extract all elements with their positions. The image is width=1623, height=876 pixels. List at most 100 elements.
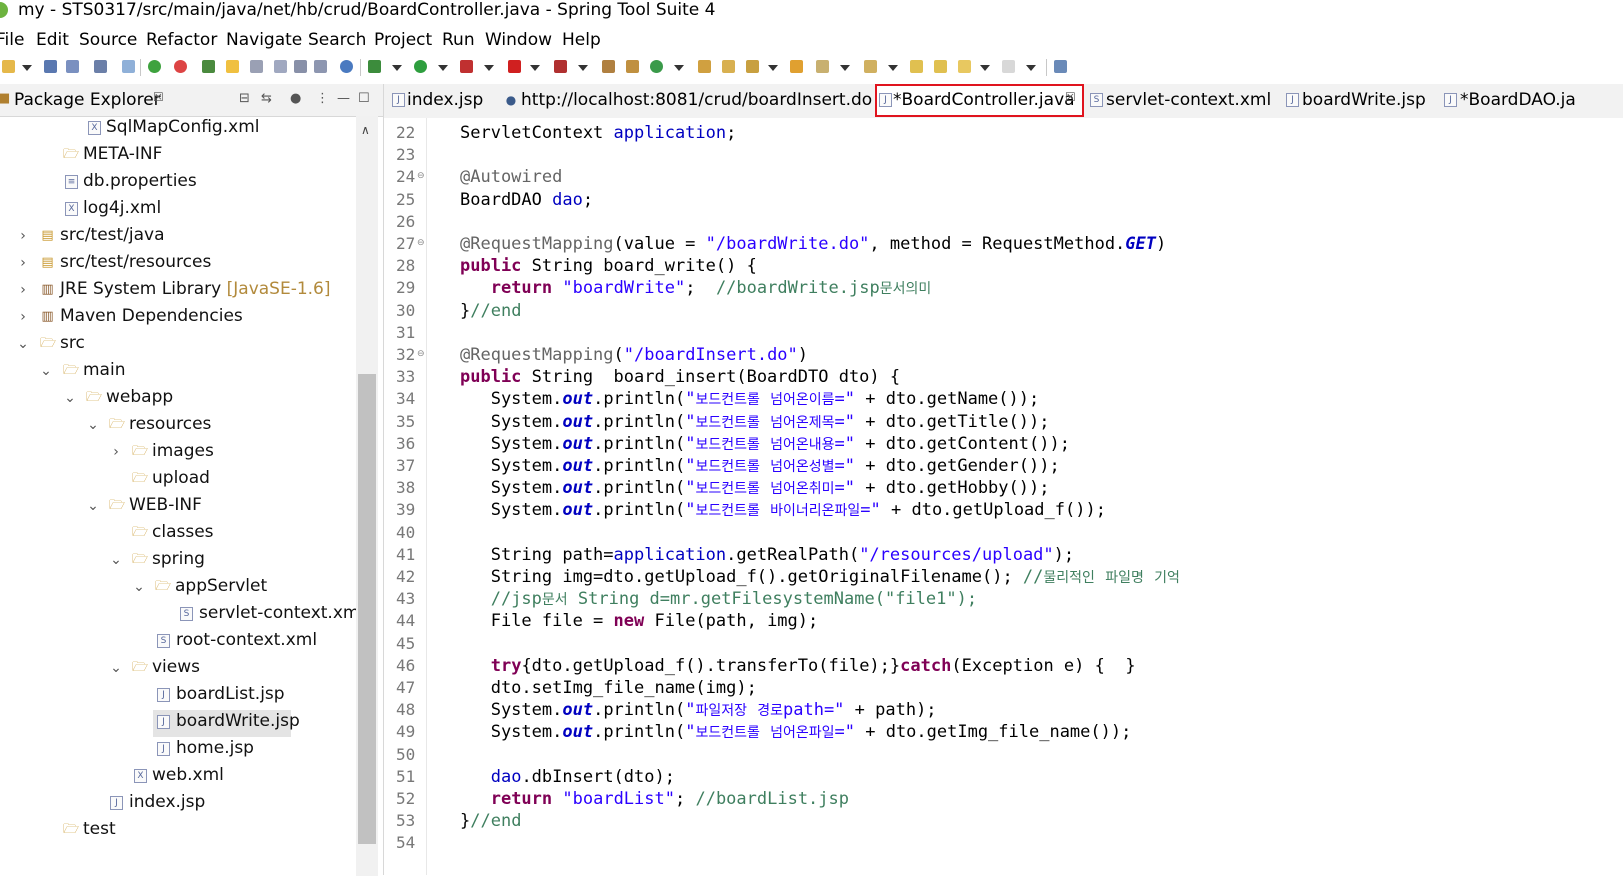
search-icon[interactable]: [790, 60, 803, 73]
tree-item[interactable]: ⌄ 🗁 src: [0, 332, 356, 359]
word-wrap-icon[interactable]: [294, 60, 307, 73]
tree-item[interactable]: › ▥ JRE System Library [JavaSE-1.6]: [0, 278, 356, 305]
toggle-mark-icon[interactable]: [226, 60, 239, 73]
fold-icon[interactable]: ⊖: [417, 238, 425, 248]
tree-item[interactable]: X log4j.xml: [0, 197, 356, 224]
save-all-icon[interactable]: [66, 60, 79, 73]
tab-index-jsp[interactable]: J index.jsp: [388, 84, 498, 117]
tree-item[interactable]: 🗁 test: [0, 818, 356, 845]
new-class-icon[interactable]: [650, 60, 663, 73]
collapse-chevron-icon[interactable]: ⌄: [40, 363, 52, 379]
edit-icon[interactable]: [250, 60, 263, 73]
collapse-chevron-icon[interactable]: ⌄: [133, 579, 145, 595]
tree-item-selected[interactable]: J boardWrite.jsp: [153, 710, 300, 737]
deploy-icon[interactable]: [554, 60, 567, 73]
collapse-chevron-icon[interactable]: ⌄: [110, 552, 122, 568]
minimize-icon[interactable]: —: [337, 91, 350, 106]
tree-item[interactable]: ⌄ 🗁 views: [0, 656, 356, 683]
print-icon[interactable]: [94, 60, 107, 73]
menu-search[interactable]: Search: [308, 30, 366, 50]
menu-navigate[interactable]: Navigate: [226, 30, 302, 50]
tree-item[interactable]: ⌄ 🗁 resources: [0, 413, 356, 440]
tree-item[interactable]: 🗁 upload: [0, 467, 356, 494]
tree-item[interactable]: 🗁 classes: [0, 521, 356, 548]
tree-item[interactable]: › ▤ src/test/java: [0, 224, 356, 251]
code-editor[interactable]: 22 23 24 ⊖ 25 26 27 ⊖ 28 29 30 31 32 ⊖ 33 34 35 36 37 38 39 4…: [384, 118, 1623, 875]
run-dropdown-icon[interactable]: [438, 65, 448, 71]
tree-item[interactable]: ⌄ 🗁 webapp: [0, 386, 356, 413]
tree-item[interactable]: X web.xml: [0, 764, 356, 791]
next-annotation-icon[interactable]: [816, 60, 829, 73]
tree-item[interactable]: 🗁 META-INF: [0, 143, 356, 170]
forward-icon[interactable]: [1002, 60, 1015, 73]
tree-item[interactable]: J home.jsp: [0, 737, 356, 764]
menu-source[interactable]: Source: [79, 30, 137, 50]
scroll-up-icon[interactable]: ∧: [361, 123, 370, 137]
tree-item[interactable]: ⌄ 🗁 spring: [0, 548, 356, 575]
tree-scrollbar[interactable]: ∧: [356, 116, 378, 876]
tab-servlet-context[interactable]: S servlet-context.xml: [1088, 84, 1271, 117]
run-icon[interactable]: [414, 60, 427, 73]
tree-item[interactable]: J boardList.jsp: [0, 683, 356, 710]
menu-edit[interactable]: Edit: [36, 30, 69, 50]
tree-item[interactable]: S servlet-context.xml: [0, 602, 358, 629]
new-package-icon[interactable]: [626, 60, 639, 73]
pen-icon[interactable]: [746, 60, 759, 73]
open-perspective-icon[interactable]: [1054, 60, 1067, 73]
new-class-dropdown-icon[interactable]: [674, 65, 684, 71]
fold-icon[interactable]: ⊖: [417, 171, 425, 181]
menu-file[interactable]: File: [0, 30, 24, 50]
expand-chevron-icon[interactable]: ›: [17, 228, 29, 244]
show-whitespace-icon[interactable]: [314, 60, 327, 73]
tree-item[interactable]: › ▤ src/test/resources: [0, 251, 356, 278]
tree-item[interactable]: J index.jsp: [0, 791, 356, 818]
previous-annotation-icon[interactable]: [864, 60, 877, 73]
view-menu-icon[interactable]: ⋮: [316, 91, 329, 106]
collapse-chevron-icon[interactable]: ⌄: [87, 417, 99, 433]
focus-active-task-icon[interactable]: ●: [290, 91, 301, 106]
menu-project[interactable]: Project: [374, 30, 432, 50]
external-tools-dropdown-icon[interactable]: [484, 65, 494, 71]
debug-icon[interactable]: [368, 60, 381, 73]
skip-breakpoints-icon[interactable]: [122, 60, 135, 73]
open-type-icon[interactable]: [202, 60, 215, 73]
collapse-chevron-icon[interactable]: ⌄: [64, 390, 76, 406]
back-dropdown-icon[interactable]: [980, 65, 990, 71]
new-dropdown-icon[interactable]: [22, 65, 32, 71]
collapse-chevron-icon[interactable]: ⌄: [17, 336, 29, 352]
close-icon[interactable]: ☒: [153, 90, 164, 104]
new-java-project-icon[interactable]: [602, 60, 615, 73]
tree-item[interactable]: X SqlMapConfig.xml: [0, 116, 356, 143]
tree-item[interactable]: › 🗁 images: [0, 440, 356, 467]
tree-item[interactable]: ⌄ 🗁 appServlet: [0, 575, 356, 602]
menu-refactor[interactable]: Refactor: [146, 30, 217, 50]
deploy-dropdown-icon[interactable]: [578, 65, 588, 71]
forward-dropdown-icon[interactable]: [1026, 65, 1036, 71]
collapse-chevron-icon[interactable]: ⌄: [110, 660, 122, 676]
tree-item[interactable]: ⌄ 🗁 main: [0, 359, 356, 386]
expand-chevron-icon[interactable]: ›: [17, 255, 29, 271]
expand-chevron-icon[interactable]: ›: [17, 309, 29, 325]
last-edit-icon[interactable]: [910, 60, 923, 73]
link-with-editor-icon[interactable]: ⇆: [261, 91, 272, 106]
web-browser-icon[interactable]: [340, 60, 353, 73]
expand-chevron-icon[interactable]: ›: [110, 444, 122, 460]
maximize-icon[interactable]: ☐: [358, 91, 370, 106]
save-icon[interactable]: [44, 60, 57, 73]
open-task-icon[interactable]: [698, 60, 711, 73]
relaunch-icon[interactable]: [174, 60, 187, 73]
fold-icon[interactable]: ⊖: [417, 349, 425, 359]
tree-item[interactable]: › ▥ Maven Dependencies: [0, 305, 356, 332]
tree-item[interactable]: ⌄ 🗁 WEB-INF: [0, 494, 356, 521]
tree-item[interactable]: S root-context.xml: [0, 629, 356, 656]
tree-item[interactable]: ≡ db.properties: [0, 170, 356, 197]
previous-annotation-dropdown-icon[interactable]: [888, 65, 898, 71]
pen-dropdown-icon[interactable]: [768, 65, 778, 71]
package-explorer-title[interactable]: Package Explorer: [14, 90, 161, 110]
back-icon[interactable]: [958, 60, 971, 73]
menu-window[interactable]: Window: [485, 30, 552, 50]
debug-dropdown-icon[interactable]: [392, 65, 402, 71]
close-tab-icon[interactable]: ☒: [1065, 90, 1076, 104]
new-icon[interactable]: [2, 60, 15, 73]
tab-browser[interactable]: ● http://localhost:8081/crud/boardInsert…: [502, 84, 872, 117]
